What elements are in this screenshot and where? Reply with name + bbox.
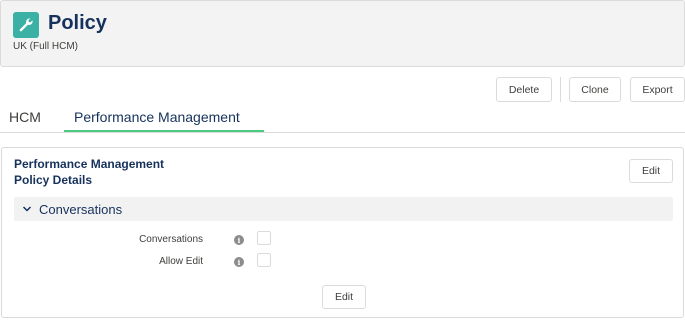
- tabs-divider: [0, 132, 685, 133]
- clone-button[interactable]: Clone: [569, 77, 621, 102]
- section-label: Conversations: [39, 202, 123, 217]
- card-title: Performance Management Policy Details: [14, 156, 164, 188]
- page-header: Policy UK (Full HCM): [0, 0, 685, 67]
- allow-edit-checkbox[interactable]: [257, 253, 271, 267]
- wrench-icon: [13, 12, 39, 38]
- info-icon[interactable]: i: [234, 235, 244, 245]
- field-label-conversations: Conversations: [139, 234, 203, 245]
- chevron-down-icon: [22, 206, 32, 212]
- tab-performance-management[interactable]: Performance Management: [74, 109, 240, 125]
- page-subtitle: UK (Full HCM): [13, 41, 78, 52]
- section-header-conversations[interactable]: Conversations: [14, 197, 673, 221]
- card-title-line1: Performance Management: [14, 157, 165, 171]
- export-button[interactable]: Export: [630, 77, 685, 102]
- tab-hcm[interactable]: HCM: [9, 109, 41, 125]
- field-label-allow-edit: Allow Edit: [159, 256, 203, 267]
- edit-button[interactable]: Edit: [629, 159, 673, 183]
- button-divider: [560, 77, 561, 102]
- policy-details-card: Performance Management Policy Details Ed…: [1, 147, 684, 318]
- edit-button-bottom[interactable]: Edit: [322, 285, 366, 309]
- card-title-line2: Policy Details: [14, 173, 93, 187]
- delete-button[interactable]: Delete: [496, 77, 552, 102]
- page-title: Policy: [48, 12, 107, 34]
- info-icon[interactable]: i: [234, 257, 244, 267]
- conversations-checkbox[interactable]: [257, 231, 271, 245]
